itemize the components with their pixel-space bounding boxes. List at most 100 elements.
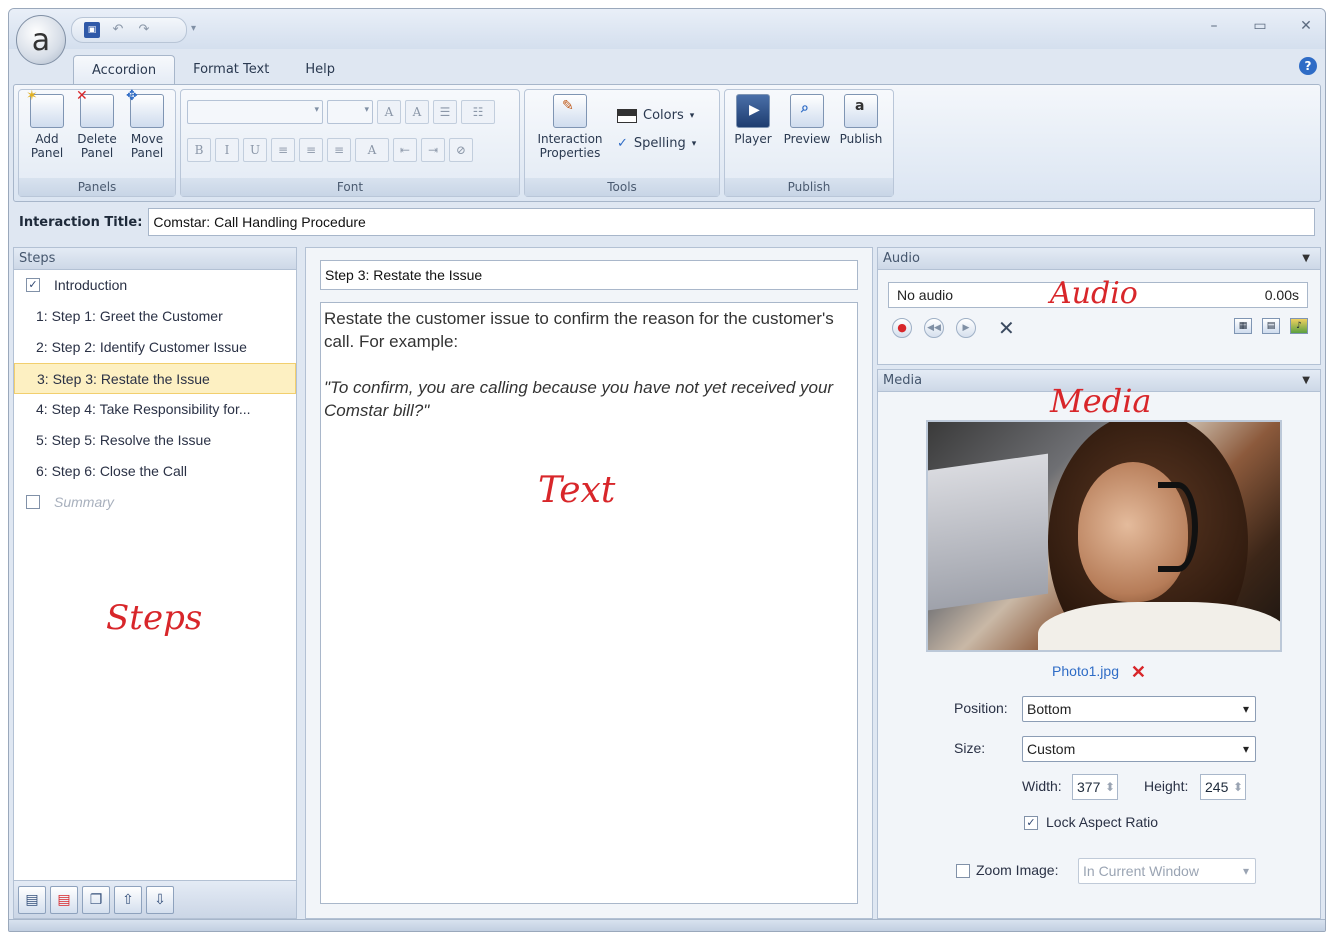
- photo-filename-link[interactable]: Photo1.jpg: [1052, 663, 1119, 679]
- steps-header: Steps: [14, 248, 296, 270]
- preview-button[interactable]: ⌕ Preview: [783, 94, 831, 146]
- duplicate-step-icon[interactable]: ❐: [82, 885, 110, 914]
- step-label: Summary: [54, 494, 114, 510]
- position-label: Position:: [954, 700, 1008, 716]
- align-right-icon[interactable]: ≡: [327, 138, 351, 162]
- redo-icon[interactable]: ↷: [136, 22, 152, 38]
- step-list-item[interactable]: 2: Step 2: Identify Customer Issue: [14, 332, 296, 363]
- maximize-button[interactable]: ▭: [1251, 17, 1269, 35]
- import-audio-icon[interactable]: ▤: [1262, 318, 1280, 334]
- close-button[interactable]: ✕: [1297, 17, 1315, 35]
- add-step-icon[interactable]: ▤: [18, 885, 46, 914]
- link-icon[interactable]: ⊘: [449, 138, 473, 162]
- underline-icon[interactable]: U: [243, 138, 267, 162]
- move-panel-button[interactable]: ✥ Move Panel: [123, 89, 171, 160]
- lock-aspect-checkbox[interactable]: ✓: [1024, 816, 1038, 830]
- rewind-icon[interactable]: ◀◀: [924, 318, 944, 338]
- steps-list: ✓ Introduction 1: Step 1: Greet the Custom…: [14, 270, 296, 518]
- app-window: ▣ ↶ ↷ ▾ – ▭ ✕ a Accordion Format Text He…: [8, 8, 1326, 932]
- step-label: 5: Step 5: Resolve the Issue: [36, 432, 212, 448]
- steps-toolbar: ▤ ▤ ❐ ⇧ ⇩: [14, 880, 296, 918]
- font-family-combo[interactable]: [187, 100, 323, 124]
- text-editor[interactable]: Restate the customer issue to confirm th…: [320, 302, 858, 904]
- properties-icon: ✎: [553, 94, 587, 128]
- spelling-label: Spelling: [633, 136, 686, 151]
- tab-accordion[interactable]: Accordion: [73, 55, 176, 85]
- interaction-properties-label: Interaction Properties: [537, 132, 603, 160]
- step-checkbox[interactable]: ✓: [26, 278, 40, 292]
- step-title-field[interactable]: Step 3: Restate the Issue: [320, 260, 858, 290]
- media-annotation: Media: [1050, 382, 1152, 420]
- tools-group-label: Tools: [525, 178, 719, 196]
- tab-format-text[interactable]: Format Text: [175, 55, 287, 85]
- text-annotation: Text: [538, 470, 616, 511]
- size-select[interactable]: Custom: [1022, 736, 1256, 762]
- customize-qat-icon[interactable]: ▾: [191, 23, 196, 34]
- interaction-properties-button[interactable]: ✎ Interaction Properties: [529, 94, 611, 160]
- size-label: Size:: [954, 740, 986, 756]
- audio-library-icon[interactable]: ♪: [1290, 318, 1308, 334]
- help-icon[interactable]: ?: [1299, 57, 1317, 75]
- height-stepper[interactable]: 245: [1200, 774, 1246, 800]
- edit-audio-icon[interactable]: ▦: [1234, 318, 1252, 334]
- step-list-item[interactable]: 4: Step 4: Take Responsibility for...: [14, 394, 296, 425]
- step-list-item[interactable]: 3: Step 3: Restate the Issue: [14, 363, 296, 394]
- font-group-label: Font: [181, 178, 519, 196]
- add-panel-button[interactable]: ✶ Add Panel: [23, 89, 71, 160]
- publish-group-label: Publish: [725, 178, 893, 196]
- colors-icon: [617, 108, 637, 123]
- step-list-item[interactable]: ✓ Introduction: [14, 270, 296, 301]
- font-color-icon[interactable]: A: [355, 138, 389, 162]
- align-left-icon[interactable]: ≡: [271, 138, 295, 162]
- zoom-image-checkbox[interactable]: [956, 864, 970, 878]
- minimize-button[interactable]: –: [1205, 17, 1223, 35]
- bullets-icon[interactable]: ☰: [433, 100, 457, 124]
- step-list-item[interactable]: Summary: [14, 487, 296, 518]
- interaction-title-input[interactable]: [148, 208, 1315, 236]
- position-select[interactable]: Bottom: [1022, 696, 1256, 722]
- increase-indent-icon[interactable]: ⇥: [421, 138, 445, 162]
- app-menu-button[interactable]: a: [16, 15, 66, 65]
- play-icon[interactable]: ▶: [956, 318, 976, 338]
- move-down-icon[interactable]: ⇩: [146, 885, 174, 914]
- collapse-media-icon[interactable]: ▼: [1302, 370, 1310, 392]
- zoom-window-select[interactable]: In Current Window: [1078, 858, 1256, 884]
- align-center-icon[interactable]: ≡: [299, 138, 323, 162]
- delete-audio-icon[interactable]: ✕: [998, 316, 1015, 340]
- undo-icon[interactable]: ↶: [110, 22, 126, 38]
- delete-panel-button[interactable]: ✕ Delete Panel: [73, 89, 121, 160]
- step-list-item[interactable]: 6: Step 6: Close the Call: [14, 456, 296, 487]
- shrink-font-icon[interactable]: A: [405, 100, 429, 124]
- publish-button[interactable]: a Publish: [837, 94, 885, 146]
- remove-photo-icon[interactable]: ✕: [1131, 662, 1146, 682]
- collapse-audio-icon[interactable]: ▼: [1302, 248, 1310, 270]
- step-checkbox[interactable]: [26, 495, 40, 509]
- record-icon[interactable]: ●: [892, 318, 912, 338]
- step-list-item[interactable]: 1: Step 1: Greet the Customer: [14, 301, 296, 332]
- bold-icon[interactable]: B: [187, 138, 211, 162]
- width-stepper[interactable]: 377: [1072, 774, 1118, 800]
- colors-button[interactable]: Colors ▾: [617, 108, 694, 123]
- body-text: Restate the customer issue to confirm th…: [324, 309, 834, 351]
- numbering-icon[interactable]: ☷: [461, 100, 495, 124]
- step-label: 6: Step 6: Close the Call: [36, 463, 187, 479]
- preview-label: Preview: [783, 132, 831, 146]
- publish-group: ▶ Player ⌕ Preview a Publish Publish: [724, 89, 894, 197]
- step-label: 4: Step 4: Take Responsibility for...: [36, 401, 251, 417]
- move-up-icon[interactable]: ⇧: [114, 885, 142, 914]
- delete-step-icon[interactable]: ▤: [50, 885, 78, 914]
- player-button[interactable]: ▶ Player: [729, 94, 777, 146]
- tab-help[interactable]: Help: [287, 55, 353, 85]
- font-size-combo[interactable]: [327, 100, 373, 124]
- step-list-item[interactable]: 5: Step 5: Resolve the Issue: [14, 425, 296, 456]
- decrease-indent-icon[interactable]: ⇤: [393, 138, 417, 162]
- save-icon[interactable]: ▣: [84, 22, 100, 38]
- title-bar: ▣ ↶ ↷ ▾ – ▭ ✕: [9, 9, 1325, 49]
- interaction-title-row: Interaction Title:: [13, 205, 1321, 239]
- step-label: 2: Step 2: Identify Customer Issue: [36, 339, 247, 355]
- grow-font-icon[interactable]: A: [377, 100, 401, 124]
- audio-tools: ▦ ▤ ♪: [1234, 318, 1308, 334]
- lock-aspect-label: Lock Aspect Ratio: [1046, 814, 1159, 830]
- italic-icon[interactable]: I: [215, 138, 239, 162]
- spelling-button[interactable]: ✓ Spelling ▾: [617, 136, 696, 151]
